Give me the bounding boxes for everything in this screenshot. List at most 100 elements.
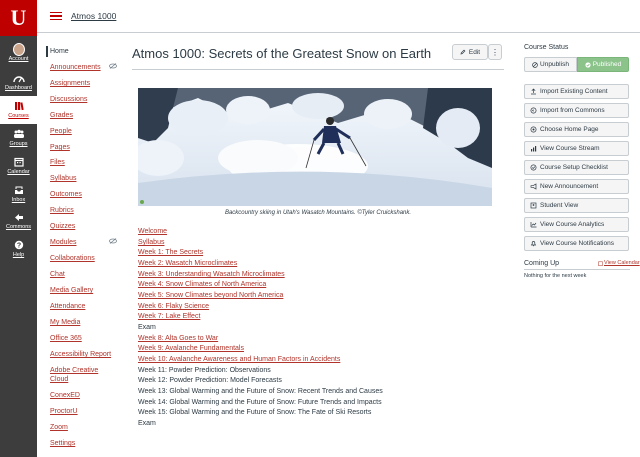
bell-icon xyxy=(530,240,537,247)
unpublish-icon xyxy=(532,61,538,68)
global-nav-account[interactable]: Account xyxy=(0,39,37,67)
content-text-week-15: Week 15: Global Warming and the Future o… xyxy=(138,409,372,416)
title-divider xyxy=(132,69,504,70)
content-link-welcome[interactable]: Welcome xyxy=(138,227,167,236)
content-text-week-14: Week 14: Global Warming and the Future o… xyxy=(138,399,382,406)
course-nav-home[interactable]: Home xyxy=(46,46,69,57)
course-nav-rubrics[interactable]: Rubrics xyxy=(50,206,74,215)
course-nav-announcements[interactable]: Announcements xyxy=(50,63,101,72)
course-nav-assignments[interactable]: Assignments xyxy=(50,79,90,88)
dashboard-icon xyxy=(12,73,25,83)
svg-text:?: ? xyxy=(16,242,20,249)
side-button-label: View Course Analytics xyxy=(540,221,605,228)
course-setup-checklist-button[interactable]: Course Setup Checklist xyxy=(524,160,629,175)
content-link-week-7[interactable]: Week 7: Lake Effect xyxy=(138,312,200,321)
unpublish-button[interactable]: Unpublish xyxy=(524,57,577,72)
global-nav-label: Account xyxy=(8,56,29,62)
view-calendar-link[interactable]: View Calendar xyxy=(598,260,640,266)
edit-button-label: Edit xyxy=(468,48,481,56)
hamburger-menu-icon[interactable] xyxy=(50,11,62,21)
course-nav-grades[interactable]: Grades xyxy=(50,111,73,120)
megaphone-icon xyxy=(530,183,537,190)
content-link-week-10[interactable]: Week 10: Avalanche Awareness and Human F… xyxy=(138,355,340,364)
global-nav-label: Courses xyxy=(8,113,29,119)
course-nav-attendance[interactable]: Attendance xyxy=(50,302,85,311)
hidden-eye-icon xyxy=(109,63,117,69)
course-nav-people[interactable]: People xyxy=(50,127,72,136)
view-course-stream-button[interactable]: View Course Stream xyxy=(524,141,629,156)
choose-home-page-button[interactable]: Choose Home Page xyxy=(524,122,629,137)
content-link-week-6[interactable]: Week 6: Flaky Science xyxy=(138,302,209,311)
side-button-label: Choose Home Page xyxy=(540,126,599,133)
global-nav-label: Calendar xyxy=(7,169,30,175)
more-options-icon: ⋮ xyxy=(491,47,499,57)
course-nav-discussions[interactable]: Discussions xyxy=(50,95,87,104)
course-nav-modules[interactable]: Modules xyxy=(50,238,76,247)
global-nav-inbox[interactable]: Inbox xyxy=(0,180,37,208)
chart-icon xyxy=(530,145,537,152)
global-nav-help[interactable]: ? Help xyxy=(0,235,37,263)
upload-icon xyxy=(530,88,537,95)
course-nav-my-media[interactable]: My Media xyxy=(50,318,80,327)
course-nav-collaborations[interactable]: Collaborations xyxy=(50,254,95,263)
groups-icon xyxy=(13,129,25,139)
content-link-week-2[interactable]: Week 2: Wasatch Microclimates xyxy=(138,259,237,268)
course-nav-syllabus[interactable]: Syllabus xyxy=(50,174,76,183)
calendar-icon xyxy=(13,157,25,167)
view-course-notifications-button[interactable]: View Course Notifications xyxy=(524,236,629,251)
new-announcement-button[interactable]: New Announcement xyxy=(524,179,629,194)
unpublish-label: Unpublish xyxy=(540,61,569,68)
content-link-week-8[interactable]: Week 8: Alta Goes to War xyxy=(138,334,218,343)
global-nav-label: Dashboard xyxy=(5,85,32,91)
content-link-syllabus[interactable]: Syllabus xyxy=(138,238,164,247)
course-header: Atmos 1000 xyxy=(37,0,640,33)
side-button-label: View Course Stream xyxy=(540,145,600,152)
view-calendar-label: View Calendar xyxy=(604,260,640,266)
content-link-week-5[interactable]: Week 5: Snow Climates beyond North Ameri… xyxy=(138,291,283,300)
course-nav-quizzes[interactable]: Quizzes xyxy=(50,222,75,231)
course-nav-chat[interactable]: Chat xyxy=(50,270,65,279)
page-title: Atmos 1000: Secrets of the Greatest Snow… xyxy=(132,46,432,61)
course-nav-proctoru[interactable]: ProctorU xyxy=(50,407,78,416)
commons-icon xyxy=(13,212,25,222)
check-circle-icon xyxy=(585,61,591,68)
course-nav-media-gallery[interactable]: Media Gallery xyxy=(50,286,93,295)
content-link-week-1[interactable]: Week 1: The Secrets xyxy=(138,248,203,257)
courses-icon xyxy=(13,101,25,111)
student-view-button[interactable]: Student View xyxy=(524,198,629,213)
breadcrumb[interactable]: Atmos 1000 xyxy=(71,11,116,21)
content-link-week-3[interactable]: Week 3: Understanding Wasatch Microclima… xyxy=(138,270,285,279)
view-course-analytics-button[interactable]: View Course Analytics xyxy=(524,217,629,232)
global-nav-dashboard[interactable]: Dashboard xyxy=(0,68,37,96)
course-nav-settings[interactable]: Settings xyxy=(50,439,75,448)
global-nav-courses[interactable]: Courses xyxy=(0,96,37,124)
course-nav-office-365[interactable]: Office 365 xyxy=(50,334,82,343)
edit-button[interactable]: Edit xyxy=(452,44,488,60)
published-button[interactable]: Published xyxy=(577,57,629,72)
course-nav-accessibility-report[interactable]: Accessibility Report xyxy=(50,350,111,359)
more-options-button[interactable]: ⋮ xyxy=(488,44,502,60)
content-link-week-9[interactable]: Week 9: Avalanche Fundamentals xyxy=(138,344,244,353)
university-logo[interactable]: U xyxy=(0,0,37,36)
inbox-icon xyxy=(13,185,25,195)
side-button-label: Import Existing Content xyxy=(540,88,608,95)
global-nav-label: Inbox xyxy=(11,197,26,203)
global-nav-label: Commons xyxy=(5,224,32,230)
import-existing-content-button[interactable]: Import Existing Content xyxy=(524,84,629,99)
check-circle-icon xyxy=(530,164,537,171)
course-nav-adobe-creative-cloud[interactable]: Adobe Creative Cloud xyxy=(50,366,112,384)
import-from-commons-button[interactable]: Import from Commons xyxy=(524,103,629,118)
global-nav-commons[interactable]: Commons xyxy=(0,207,37,235)
content-link-week-4[interactable]: Week 4: Snow Climates of North America xyxy=(138,280,266,289)
course-navigation: Home Announcements Assignments Discussio… xyxy=(37,33,119,457)
course-nav-outcomes[interactable]: Outcomes xyxy=(50,190,82,199)
side-button-label: New Announcement xyxy=(540,183,599,190)
course-nav-zoom[interactable]: Zoom xyxy=(50,423,68,432)
course-nav-pages[interactable]: Pages xyxy=(50,143,70,152)
global-nav-groups[interactable]: Groups xyxy=(0,124,37,152)
target-icon xyxy=(530,126,537,133)
global-nav-calendar[interactable]: Calendar xyxy=(0,152,37,180)
pencil-icon xyxy=(460,49,466,55)
course-nav-conexed[interactable]: ConexED xyxy=(50,391,80,400)
course-nav-files[interactable]: Files xyxy=(50,158,65,167)
